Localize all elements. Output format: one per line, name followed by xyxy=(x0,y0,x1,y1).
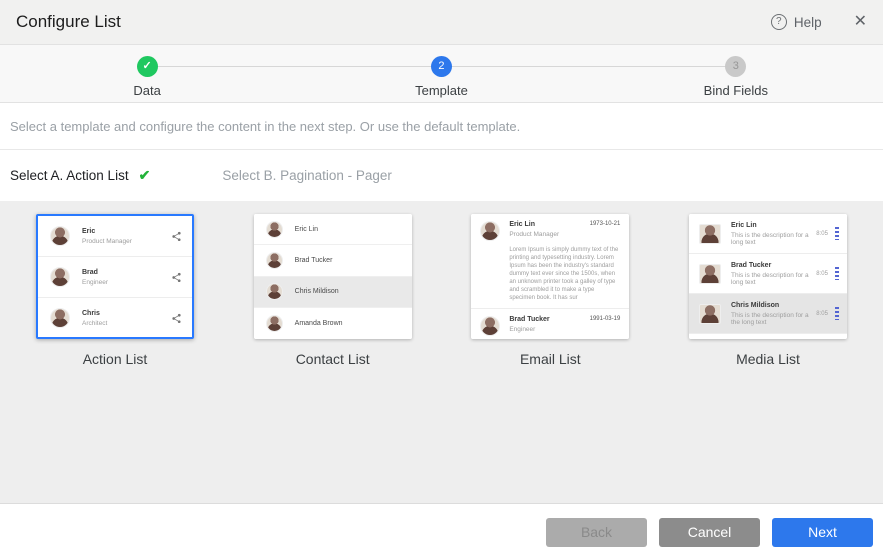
help-button[interactable]: ? Help xyxy=(771,14,822,30)
avatar xyxy=(266,283,283,300)
avatar xyxy=(699,264,721,284)
step-label: Template xyxy=(415,83,468,98)
list-item: Amanda BrownThis is the description for … xyxy=(689,334,847,339)
share-icon xyxy=(171,272,182,283)
person-name: Chris xyxy=(82,310,107,317)
step-number-badge: 3 xyxy=(725,56,746,77)
person-name: Eric Lin xyxy=(295,226,318,233)
avatar xyxy=(699,224,721,244)
dialog-header: Configure List ? Help ✕ xyxy=(0,0,883,45)
close-icon[interactable]: ✕ xyxy=(854,14,867,30)
template-card-contact-list[interactable]: Eric Lin Brad Tucker Chris Mildison Amanda … xyxy=(254,214,412,503)
template-card-label: Email List xyxy=(471,351,629,367)
list-item: Eric Lin xyxy=(254,214,412,245)
list-item: Amanda Brown xyxy=(254,308,412,339)
avatar xyxy=(480,316,500,336)
step-data[interactable]: ✓ Data xyxy=(0,45,294,102)
person-name: Eric xyxy=(82,228,132,235)
template-card-label: Action List xyxy=(36,351,194,367)
instruction-bar: Select a template and configure the cont… xyxy=(0,103,883,150)
person-name: Amanda Brown xyxy=(295,320,343,327)
person-name: Eric Lin xyxy=(509,221,559,228)
step-number-badge: 2 xyxy=(431,56,452,77)
person-name: Chris Mildison xyxy=(731,302,816,309)
list-item: Brad Tucker xyxy=(254,245,412,276)
avatar xyxy=(266,252,283,269)
drag-handle-icon xyxy=(835,267,839,280)
template-thumbnail[interactable]: Eric Lin This is the description for a lo… xyxy=(689,214,847,339)
person-name: Brad Tucker xyxy=(509,316,549,323)
list-item: Brad TuckerEngineer1991-03-19Lorem Ipsum… xyxy=(471,309,629,339)
step-complete-icon: ✓ xyxy=(137,56,158,77)
step-label: Bind Fields xyxy=(704,83,768,98)
list-item: Eric Lin Product Manager 1973-10-21 Lorem I… xyxy=(471,214,629,309)
avatar xyxy=(699,304,721,324)
step-template[interactable]: 2 Template xyxy=(294,45,588,102)
template-card-action-list[interactable]: Eric Product Manager Brad Engineer Chris Arch… xyxy=(36,214,194,503)
template-card-media-list[interactable]: Eric Lin This is the description for a lo… xyxy=(689,214,847,503)
cancel-button[interactable]: Cancel xyxy=(659,518,760,547)
list-item: Chris Mildison This is the description fo… xyxy=(689,294,847,334)
list-item: Eric Product Manager xyxy=(38,216,192,257)
select-b-label: Select B. Pagination - Pager xyxy=(222,168,392,183)
next-button[interactable]: Next xyxy=(772,518,873,547)
dialog-footer: Back Cancel Next xyxy=(0,503,883,560)
page-title: Configure List xyxy=(16,12,121,32)
avatar xyxy=(50,226,70,246)
wizard-stepper: ✓ Data 2 Template 3 Bind Fields xyxy=(0,45,883,103)
select-a-label: Select A. Action List xyxy=(10,168,129,183)
person-role: Engineer xyxy=(82,279,108,286)
drag-handle-icon xyxy=(835,307,839,320)
person-name: Brad xyxy=(82,269,108,276)
template-card-email-list[interactable]: Eric Lin Product Manager 1973-10-21 Lorem I… xyxy=(471,214,629,503)
template-gallery: Eric Product Manager Brad Engineer Chris Arch… xyxy=(0,201,883,503)
avatar xyxy=(50,308,70,328)
instruction-text: Select a template and configure the cont… xyxy=(10,119,520,134)
template-thumbnail[interactable]: Eric Product Manager Brad Engineer Chris Arch… xyxy=(36,214,194,339)
step-bind-fields[interactable]: 3 Bind Fields xyxy=(589,45,883,102)
template-thumbnail[interactable]: Eric Lin Product Manager 1973-10-21 Lorem I… xyxy=(471,214,629,339)
person-role: Product Manager xyxy=(82,238,132,245)
person-name: Brad Tucker xyxy=(731,262,816,269)
avatar xyxy=(266,315,283,332)
help-icon: ? xyxy=(771,14,787,30)
back-button[interactable]: Back xyxy=(546,518,647,547)
person-role: Product Manager xyxy=(509,231,559,238)
person-role: Architect xyxy=(82,320,107,327)
help-label: Help xyxy=(794,15,822,30)
email-date: 1991-03-19 xyxy=(590,316,621,336)
person-name: Brad Tucker xyxy=(295,257,333,264)
list-item: Eric Lin This is the description for a lo… xyxy=(689,214,847,254)
person-name: Eric Lin xyxy=(731,222,816,229)
media-duration: 8:05 xyxy=(816,311,828,317)
template-thumbnail[interactable]: Eric Lin Brad Tucker Chris Mildison Amanda … xyxy=(254,214,412,339)
person-role: Engineer xyxy=(509,326,549,333)
media-description: This is the description for a the long t… xyxy=(731,312,816,326)
avatar xyxy=(480,221,500,241)
media-description: This is the description for a long text xyxy=(731,232,816,246)
email-body: Lorem Ipsum is simply dummy text of the … xyxy=(509,246,620,302)
media-duration: 8:05 xyxy=(816,231,828,237)
media-description: This is the description for a long text xyxy=(731,272,816,286)
list-item: Brad Engineer xyxy=(38,257,192,298)
share-icon xyxy=(171,231,182,242)
avatar xyxy=(266,221,283,238)
share-icon xyxy=(171,313,182,324)
step-label: Data xyxy=(133,83,160,98)
email-date: 1973-10-21 xyxy=(590,221,621,241)
media-duration: 8:05 xyxy=(816,271,828,277)
list-item: Chris Mildison xyxy=(254,277,412,308)
avatar xyxy=(50,267,70,287)
person-name: Chris Mildison xyxy=(295,288,339,295)
template-card-label: Contact List xyxy=(254,351,412,367)
drag-handle-icon xyxy=(835,227,839,240)
selection-summary-row: Select A. Action List ✔ Select B. Pagina… xyxy=(0,150,883,201)
list-item: Chris Architect xyxy=(38,298,192,339)
list-item: Brad Tucker This is the description for a… xyxy=(689,254,847,294)
template-card-label: Media List xyxy=(689,351,847,367)
selected-check-icon: ✔ xyxy=(139,167,151,184)
